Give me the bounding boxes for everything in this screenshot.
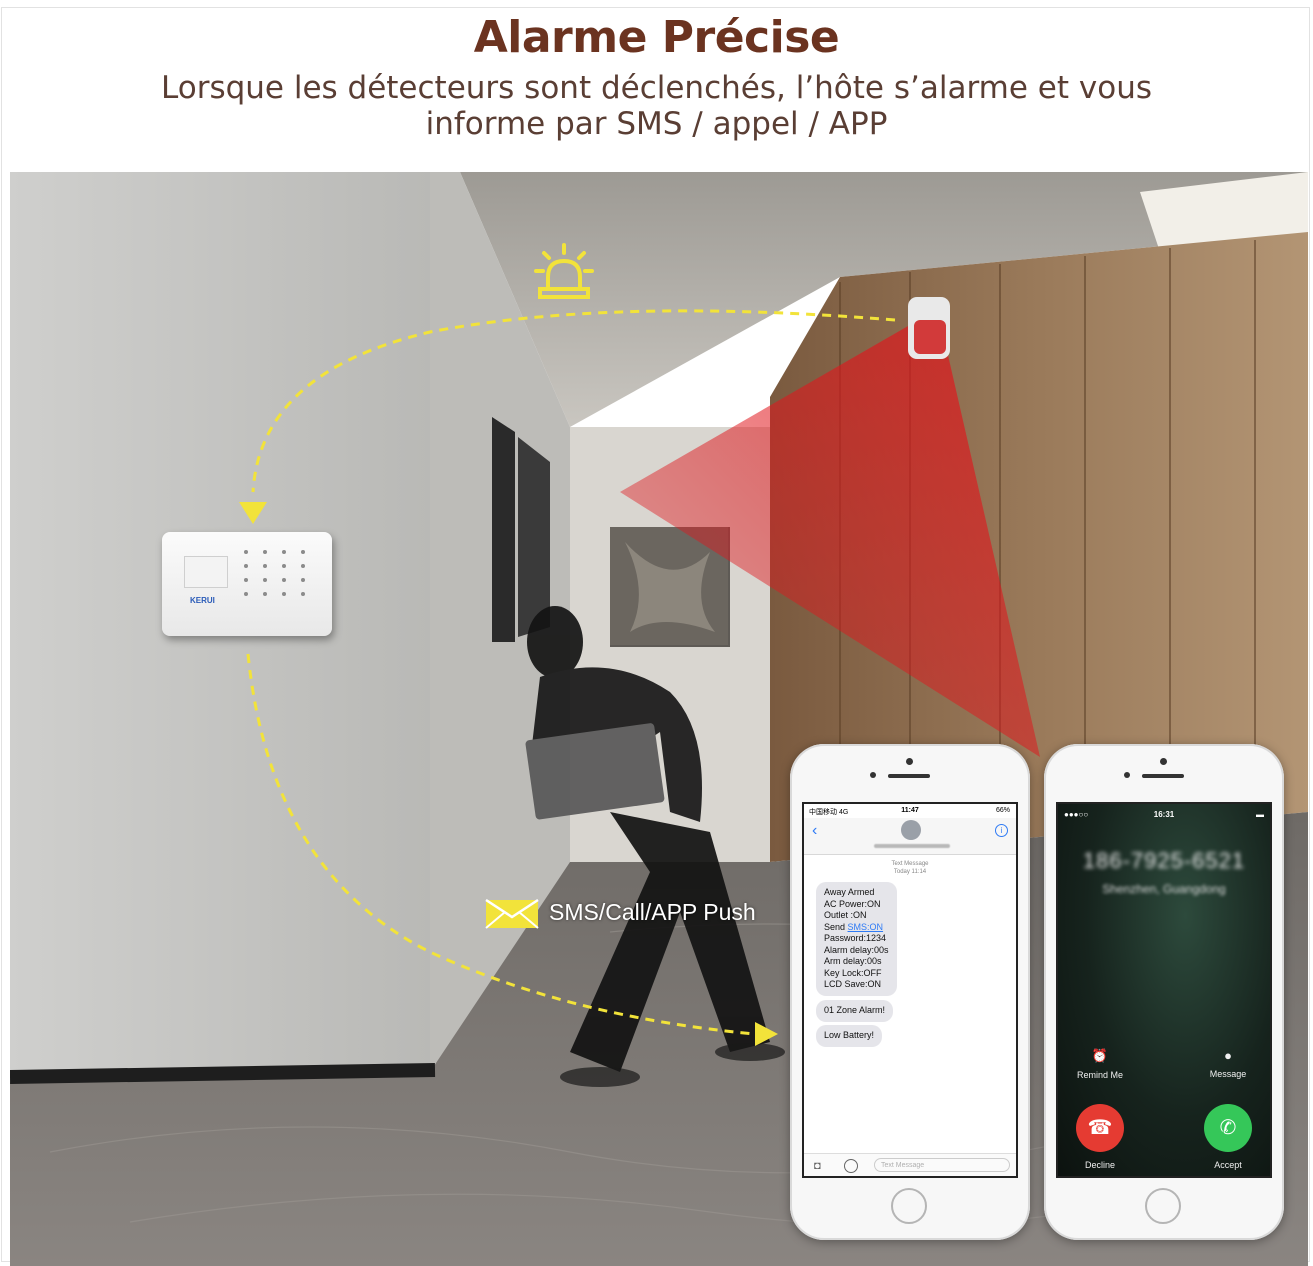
- incoming-call-screen: ●●●○○ 16:31 ▬ 186-7925-6521 Shenzhen, Gu…: [1056, 802, 1272, 1178]
- subtitle-line-2: informe par SMS / appel / APP: [425, 106, 888, 142]
- message-input[interactable]: Text Message: [874, 1158, 1010, 1172]
- conversation-header: ‹ i: [804, 818, 1016, 855]
- sms-screen: 中国移动 4G 11:47 66% ‹ i Text Message Today…: [802, 802, 1018, 1178]
- zone-alarm-bubble: 01 Zone Alarm!: [816, 1000, 894, 1022]
- sms-link[interactable]: SMS:ON: [848, 922, 884, 932]
- panel-keypad: [244, 550, 320, 596]
- info-icon[interactable]: i: [995, 824, 1008, 837]
- message-option[interactable]: ● Message: [1188, 1048, 1268, 1079]
- battery-icon: ▬: [1256, 810, 1264, 819]
- clock-text: 16:31: [1153, 810, 1175, 819]
- message-line: Key Lock:OFF: [824, 967, 882, 978]
- page-subtitle: Lorsque les détecteurs sont déclenchés, …: [0, 70, 1313, 142]
- envelope-icon: [485, 899, 539, 929]
- meta-date: Today 11:14: [893, 869, 927, 875]
- remind-me-option[interactable]: ⏰ Remind Me: [1060, 1048, 1140, 1080]
- message-line: LCD Save:ON: [824, 979, 882, 989]
- front-camera: [906, 758, 913, 765]
- panel-brand: KERUI: [190, 596, 215, 605]
- phone-icon: ✆: [1219, 1117, 1237, 1139]
- contact-name-blurred: [874, 844, 950, 848]
- page-title: Alarme Précise: [473, 12, 840, 63]
- message-line: Alarm delay:00s: [824, 944, 889, 955]
- meta-type: Text Message: [891, 861, 929, 867]
- compose-bar: ◘ Text Message: [804, 1153, 1016, 1176]
- siren-icon: [534, 243, 594, 299]
- home-button[interactable]: [1145, 1188, 1181, 1224]
- caller-location-blurred: Shenzhen, Guangdong: [1102, 882, 1226, 896]
- accept-label: Accept: [1214, 1160, 1242, 1170]
- remind-me-label: Remind Me: [1076, 1070, 1123, 1080]
- message-line: Outlet :ON: [824, 910, 867, 920]
- push-label: SMS/Call/APP Push: [549, 899, 756, 925]
- decline-label: Decline: [1084, 1160, 1115, 1170]
- message-label: Message: [1209, 1069, 1247, 1079]
- low-battery-bubble: Low Battery!: [816, 1025, 883, 1047]
- alarm-clock-icon: ⏰: [1091, 1048, 1109, 1063]
- call-phone: ●●●○○ 16:31 ▬ 186-7925-6521 Shenzhen, Gu…: [1044, 744, 1284, 1240]
- sms-phone: 中国移动 4G 11:47 66% ‹ i Text Message Today…: [790, 744, 1030, 1240]
- panel-screen: [184, 556, 228, 588]
- message-line: Away Armed: [824, 887, 875, 897]
- earpiece: [1142, 774, 1184, 778]
- sensor-dot: [870, 772, 876, 778]
- sensor-dot: [1124, 772, 1130, 778]
- message-line: Password:1234: [824, 933, 887, 943]
- camera-icon[interactable]: ◘: [814, 1160, 821, 1172]
- speech-bubble-icon: ●: [1224, 1048, 1232, 1063]
- hallway-scene: KERUI SMS/Call/APP Push 中国移动 4G 11:47 66…: [10, 172, 1308, 1266]
- accept-button[interactable]: ✆: [1204, 1104, 1252, 1152]
- message-line: Arm delay:00s: [824, 956, 882, 966]
- back-chevron-icon[interactable]: ‹: [812, 822, 817, 840]
- caller-number-blurred: 186-7925-6521: [1082, 848, 1246, 873]
- app-store-icon[interactable]: [844, 1159, 858, 1173]
- clock-text: 11:47: [901, 807, 919, 814]
- message-meta: Text Message Today 11:14: [804, 860, 1016, 876]
- status-bar: 中国移动 4G 11:47 66%: [804, 804, 1016, 818]
- earpiece: [888, 774, 930, 778]
- contact-avatar[interactable]: [901, 820, 921, 840]
- status-message-bubble: Away Armed AC Power:ON Outlet :ON Send S…: [816, 882, 897, 996]
- alarm-control-panel: KERUI: [162, 532, 332, 636]
- subtitle-line-1: Lorsque les détecteurs sont déclenchés, …: [161, 70, 1152, 106]
- front-camera: [1160, 758, 1167, 765]
- decline-button[interactable]: ☎: [1076, 1104, 1124, 1152]
- message-line: Send SMS:ON: [824, 921, 884, 932]
- home-button[interactable]: [891, 1188, 927, 1224]
- hang-up-icon: ☎: [1087, 1117, 1113, 1139]
- message-line: AC Power:ON: [824, 898, 881, 909]
- battery-text: 66%: [995, 807, 1010, 814]
- motion-detector: [908, 297, 950, 359]
